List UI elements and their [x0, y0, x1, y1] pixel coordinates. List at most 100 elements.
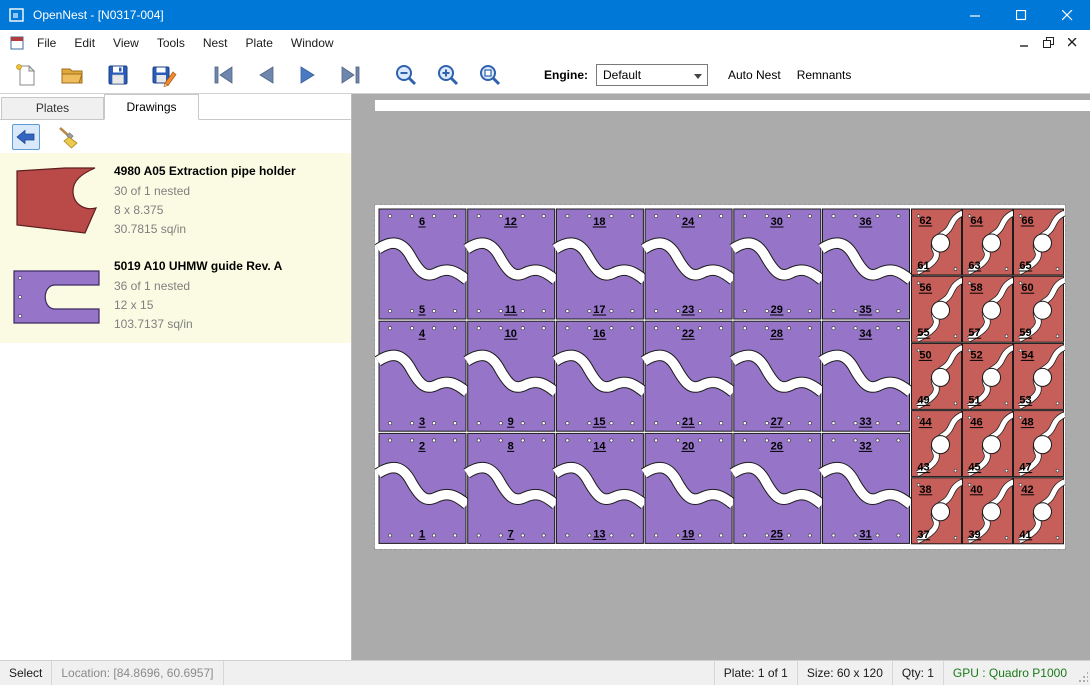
nest-canvas[interactable]: 6512111817242330293635431091615222128273…	[352, 94, 1090, 660]
part-number: 23	[682, 304, 694, 316]
purple-part-pair[interactable]: 3231	[822, 433, 911, 543]
part-number: 48	[1021, 417, 1033, 429]
red-part-pair[interactable]: 6665	[1014, 209, 1065, 275]
part-number: 56	[919, 282, 931, 294]
zoom-out-icon[interactable]	[392, 61, 420, 89]
red-part-pair[interactable]: 5049	[912, 343, 963, 409]
part-number: 10	[505, 328, 517, 340]
purple-part-pair[interactable]: 3433	[822, 321, 911, 431]
part-number: 50	[919, 349, 931, 361]
purple-part-pair[interactable]: 2827	[733, 321, 822, 431]
engine-select[interactable]: Default	[596, 64, 708, 86]
red-part-pair[interactable]: 6059	[1014, 276, 1065, 342]
red-part-pair[interactable]: 6463	[963, 209, 1014, 275]
mdi-restore-icon[interactable]	[1038, 33, 1060, 53]
part-number: 45	[968, 462, 980, 474]
part-number: 65	[1019, 260, 1031, 272]
auto-nest-button[interactable]: Auto Nest	[728, 68, 781, 82]
save-as-icon[interactable]	[150, 61, 178, 89]
purple-part-pair[interactable]: 1817	[555, 209, 644, 319]
red-part-pair[interactable]: 4443	[912, 411, 963, 477]
red-part-pair[interactable]: 4039	[963, 478, 1014, 544]
red-part-pair[interactable]: 52 51	[963, 343, 1014, 409]
tab-plates[interactable]: Plates	[1, 97, 104, 119]
part-number: 3	[419, 416, 425, 428]
purple-part-pair[interactable]: 43	[378, 321, 467, 431]
status-gpu: GPU : Quadro P1000	[943, 661, 1076, 685]
new-file-icon[interactable]	[12, 61, 40, 89]
menu-nest[interactable]: Nest	[194, 31, 237, 55]
broom-icon[interactable]	[54, 124, 82, 150]
minimize-button[interactable]	[952, 0, 998, 30]
last-plate-icon[interactable]	[336, 61, 364, 89]
red-part-pair[interactable]: 3837	[912, 478, 963, 544]
menu-tools[interactable]: Tools	[148, 31, 194, 55]
part-number: 17	[593, 304, 605, 316]
part-number: 58	[970, 282, 982, 294]
menu-window[interactable]: Window	[282, 31, 343, 55]
zoom-fit-icon[interactable]	[476, 61, 504, 89]
next-plate-icon[interactable]	[294, 61, 322, 89]
part-number: 53	[1019, 394, 1031, 406]
red-part-pair[interactable]: 4847	[1014, 411, 1065, 477]
red-part-pair[interactable]: 5453	[1014, 343, 1065, 409]
part-number: 52	[970, 349, 982, 361]
remnants-button[interactable]: Remnants	[797, 68, 852, 82]
save-icon[interactable]	[104, 61, 132, 89]
part-number: 55	[917, 327, 929, 339]
purple-part-pair[interactable]: 1615	[555, 321, 644, 431]
resize-grip[interactable]	[1076, 661, 1090, 685]
purple-part-pair[interactable]: 2221	[644, 321, 733, 431]
purple-part-pair[interactable]: 1413	[555, 433, 644, 543]
part-number: 25	[771, 528, 783, 540]
purple-part-pair[interactable]: 3635	[822, 209, 911, 319]
mdi-minimize-icon[interactable]	[1014, 33, 1036, 53]
part-number: 18	[593, 216, 605, 228]
part-number: 35	[859, 304, 871, 316]
red-part-pair[interactable]: 5857	[963, 276, 1014, 342]
purple-part-pair[interactable]: 21	[378, 433, 467, 543]
previous-plate-icon[interactable]	[252, 61, 280, 89]
maximize-button[interactable]	[998, 0, 1044, 30]
mdi-close-icon[interactable]	[1062, 33, 1084, 53]
app-icon	[9, 7, 25, 23]
purple-part-pair[interactable]: 65	[378, 209, 467, 319]
part-number: 43	[917, 462, 929, 474]
menu-file[interactable]: File	[28, 31, 65, 55]
part-number: 19	[682, 528, 694, 540]
purple-part-pair[interactable]: 10 9	[467, 321, 556, 431]
menubar: File Edit View Tools Nest Plate Window	[0, 30, 1090, 56]
part-number: 9	[508, 416, 514, 428]
purple-part-pair[interactable]: 2423	[644, 209, 733, 319]
red-part-pair[interactable]: 4241	[1014, 478, 1065, 544]
part-number: 15	[593, 416, 605, 428]
assign-arrow-button[interactable]	[12, 124, 40, 150]
sidebar-tabstrip: Plates Drawings	[0, 94, 351, 120]
part-number: 2	[419, 440, 425, 452]
purple-part-pair[interactable]: 3029	[733, 209, 822, 319]
first-plate-icon[interactable]	[210, 61, 238, 89]
part-number: 26	[771, 440, 783, 452]
purple-part-pair[interactable]: 2019	[644, 433, 733, 543]
part-list-item[interactable]: 5019 A10 UHMW guide Rev. A 36 of 1 neste…	[0, 248, 351, 343]
purple-part-pair[interactable]: 26 25	[733, 433, 822, 543]
menu-edit[interactable]: Edit	[65, 31, 104, 55]
tab-drawings[interactable]: Drawings	[104, 94, 199, 120]
zoom-in-icon[interactable]	[434, 61, 462, 89]
open-folder-icon[interactable]	[58, 61, 86, 89]
purple-part-pair[interactable]: 87	[467, 433, 556, 543]
menu-plate[interactable]: Plate	[237, 31, 282, 55]
purple-part-pair[interactable]: 1211	[467, 209, 556, 319]
red-part-pair[interactable]: 4645	[963, 411, 1014, 477]
red-part-pair[interactable]: 6261	[912, 209, 963, 275]
plate[interactable]: 6512111817242330293635431091615222128273…	[375, 205, 1065, 549]
close-button[interactable]	[1044, 0, 1090, 30]
part-number: 27	[771, 416, 783, 428]
red-part-pair[interactable]: 56 55	[912, 276, 963, 342]
part-number: 11	[505, 304, 517, 316]
part-list-item[interactable]: 4980 A05 Extraction pipe holder 30 of 1 …	[0, 153, 351, 248]
nested-parts-svg[interactable]: 6512111817242330293635431091615222128273…	[375, 205, 1065, 549]
part-number: 31	[859, 528, 871, 540]
part-number: 51	[968, 394, 980, 406]
menu-view[interactable]: View	[104, 31, 148, 55]
